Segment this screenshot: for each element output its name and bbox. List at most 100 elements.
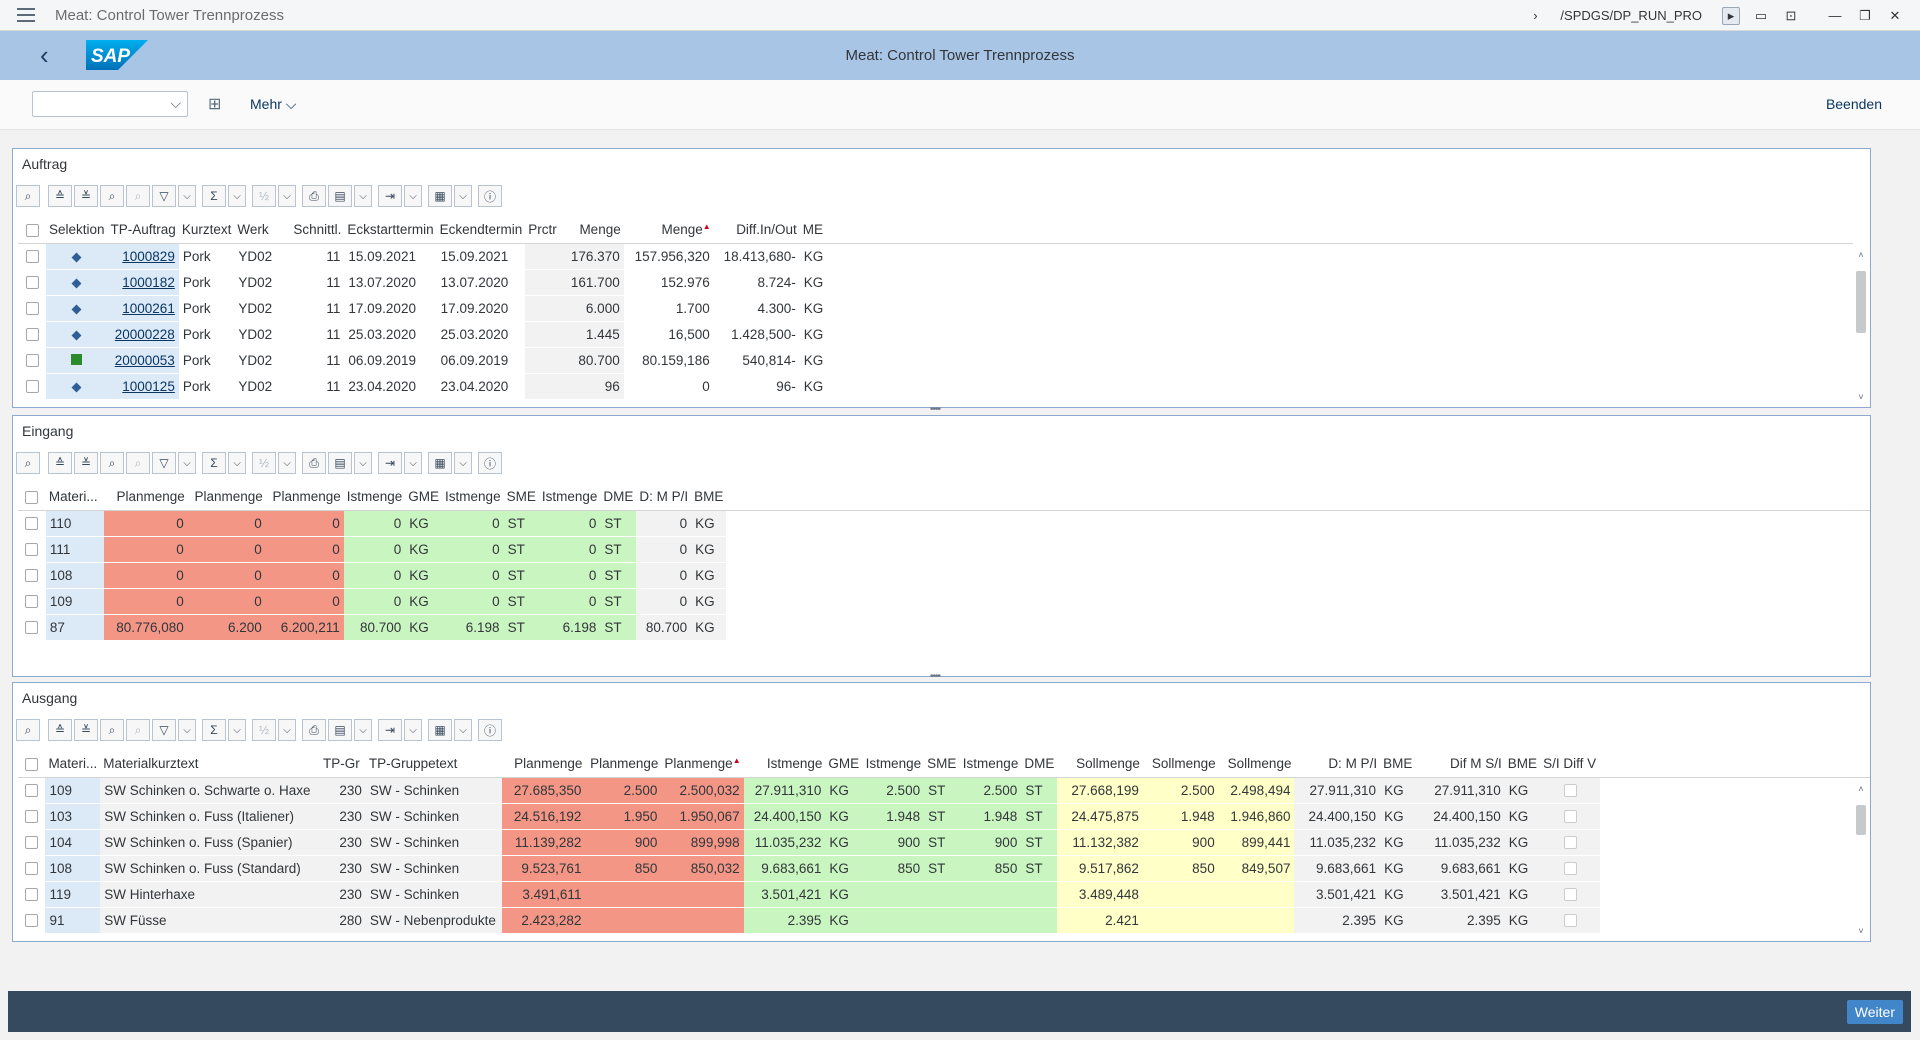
col-header[interactable]: Sollmenge bbox=[1218, 751, 1295, 778]
row-checkbox[interactable] bbox=[18, 881, 46, 908]
col-header[interactable]: Istmenge bbox=[959, 751, 1022, 778]
order-link[interactable]: 1000125 bbox=[122, 379, 175, 394]
info-icon[interactable]: ⓘ bbox=[478, 719, 502, 741]
details-icon[interactable]: ⌕ bbox=[16, 185, 40, 207]
col-header[interactable]: Istmenge bbox=[743, 751, 826, 778]
diff-checkbox[interactable] bbox=[1563, 810, 1577, 824]
view-icon[interactable]: ▤ bbox=[328, 185, 352, 207]
col-header[interactable]: Werk bbox=[234, 217, 291, 244]
subtotal-dropdown-icon[interactable]: ⌵ bbox=[278, 719, 296, 741]
filter-dropdown-icon[interactable]: ⌵ bbox=[178, 452, 196, 474]
col-header[interactable]: BME bbox=[1504, 751, 1541, 778]
layout-icon[interactable]: ▦ bbox=[428, 452, 452, 474]
sum-icon[interactable]: Σ bbox=[202, 719, 226, 741]
subtotal-icon[interactable]: ½ bbox=[252, 719, 276, 741]
view-dropdown-icon[interactable]: ⌵ bbox=[354, 452, 372, 474]
layout-dropdown-icon[interactable]: ⌵ bbox=[454, 185, 472, 207]
order-link[interactable]: 1000182 bbox=[122, 275, 175, 290]
filter-icon[interactable]: ▽ bbox=[152, 185, 176, 207]
sort-asc-icon[interactable]: ≙ bbox=[48, 452, 72, 474]
restore-icon[interactable]: ❐ bbox=[1856, 7, 1874, 25]
find-next-icon[interactable]: ⌕ bbox=[126, 719, 150, 741]
col-header[interactable]: Istmenge bbox=[343, 484, 406, 511]
row-checkbox[interactable] bbox=[18, 373, 46, 400]
layout-icon[interactable]: ▦ bbox=[428, 185, 452, 207]
row-checkbox[interactable] bbox=[18, 243, 46, 270]
col-header[interactable]: Planmenge bbox=[501, 751, 586, 778]
diff-checkbox[interactable] bbox=[1563, 914, 1577, 928]
col-header[interactable]: S/I Diff V bbox=[1540, 751, 1601, 778]
col-header[interactable]: DME bbox=[1021, 751, 1058, 778]
row-checkbox[interactable] bbox=[18, 588, 46, 615]
sum-dropdown-icon[interactable]: ⌵ bbox=[228, 452, 246, 474]
col-header[interactable]: Sollmenge bbox=[1057, 751, 1143, 778]
subtotal-icon[interactable]: ½ bbox=[252, 452, 276, 474]
col-header[interactable]: Istmenge bbox=[862, 751, 925, 778]
col-header[interactable]: Selektion bbox=[46, 217, 108, 244]
sum-dropdown-icon[interactable]: ⌵ bbox=[228, 185, 246, 207]
exit-button[interactable]: Beenden bbox=[1826, 96, 1882, 112]
col-header[interactable]: Materialkurztext bbox=[100, 751, 320, 778]
col-header[interactable]: Menge bbox=[559, 217, 624, 244]
sum-icon[interactable]: Σ bbox=[202, 452, 226, 474]
select-all-checkbox[interactable] bbox=[18, 751, 46, 778]
select-all-checkbox[interactable] bbox=[18, 217, 46, 244]
export-icon[interactable]: ⇥ bbox=[378, 719, 402, 741]
sort-asc-icon[interactable]: ≙ bbox=[48, 185, 72, 207]
subtotal-dropdown-icon[interactable]: ⌵ bbox=[278, 185, 296, 207]
col-header[interactable]: Planmenge bbox=[187, 484, 266, 511]
col-header[interactable]: Planmenge▲ bbox=[661, 751, 744, 778]
col-header[interactable]: Planmenge bbox=[585, 751, 662, 778]
print-icon[interactable]: ⎙ bbox=[302, 185, 326, 207]
row-checkbox[interactable] bbox=[18, 803, 46, 830]
row-checkbox[interactable] bbox=[18, 536, 46, 563]
print-icon[interactable]: ⎙ bbox=[302, 452, 326, 474]
lock-icon[interactable]: ⊡ bbox=[1782, 7, 1800, 25]
find-icon[interactable]: ⌕ bbox=[100, 719, 124, 741]
chevron-right-icon[interactable]: › bbox=[1526, 7, 1544, 25]
sort-desc-icon[interactable]: ≚ bbox=[74, 452, 98, 474]
col-header[interactable]: Planmenge bbox=[103, 484, 188, 511]
col-header[interactable]: SME bbox=[924, 751, 960, 778]
row-checkbox[interactable] bbox=[18, 777, 46, 804]
row-checkbox[interactable] bbox=[18, 510, 46, 537]
subtotal-dropdown-icon[interactable]: ⌵ bbox=[278, 452, 296, 474]
sort-desc-icon[interactable]: ≚ bbox=[74, 719, 98, 741]
scroll-down-icon[interactable]: ˅ bbox=[1854, 927, 1868, 936]
order-link[interactable]: 20000053 bbox=[115, 353, 175, 368]
diff-checkbox[interactable] bbox=[1563, 784, 1577, 798]
close-icon[interactable]: ✕ bbox=[1886, 7, 1904, 25]
col-header[interactable]: DME bbox=[600, 484, 637, 511]
col-header[interactable]: Eckendtermin bbox=[436, 217, 526, 244]
col-header[interactable]: GME bbox=[825, 751, 863, 778]
info-icon[interactable]: ⓘ bbox=[478, 185, 502, 207]
filter-dropdown-icon[interactable]: ⌵ bbox=[178, 719, 196, 741]
more-button[interactable]: Mehr ⌵ bbox=[250, 96, 296, 113]
col-header[interactable]: Eckstarttermin bbox=[344, 217, 437, 244]
play-icon[interactable]: ▸ bbox=[1722, 6, 1740, 25]
col-header[interactable]: SME bbox=[503, 484, 539, 511]
row-checkbox[interactable] bbox=[18, 855, 46, 882]
layout-icon[interactable]: ▦ bbox=[428, 719, 452, 741]
export-dropdown-icon[interactable]: ⌵ bbox=[404, 719, 422, 741]
view-icon[interactable]: ▤ bbox=[328, 452, 352, 474]
layout-dropdown-icon[interactable]: ⌵ bbox=[454, 452, 472, 474]
filter-dropdown-icon[interactable]: ⌵ bbox=[178, 185, 196, 207]
col-header[interactable]: BME bbox=[691, 484, 727, 511]
sort-desc-icon[interactable]: ≚ bbox=[74, 185, 98, 207]
splitter-handle[interactable]: •••• bbox=[930, 404, 941, 415]
order-link[interactable]: 20000228 bbox=[115, 327, 175, 342]
col-header[interactable]: Materi... bbox=[45, 751, 101, 778]
col-header[interactable]: Planmenge bbox=[265, 484, 344, 511]
filter-icon[interactable]: ▽ bbox=[152, 719, 176, 741]
info-icon[interactable]: ⓘ bbox=[478, 452, 502, 474]
col-header[interactable]: Diff.In/Out bbox=[713, 217, 800, 244]
minimize-icon[interactable]: — bbox=[1826, 7, 1844, 25]
scroll-down-icon[interactable]: ˅ bbox=[1854, 393, 1868, 402]
col-header[interactable]: Menge▲ bbox=[623, 217, 714, 244]
export-icon[interactable]: ⇥ bbox=[378, 452, 402, 474]
col-header[interactable]: Dif M S/I bbox=[1415, 751, 1505, 778]
col-header[interactable]: Materi... bbox=[45, 484, 104, 511]
row-checkbox[interactable] bbox=[18, 321, 46, 348]
col-header[interactable]: TP-Gr bbox=[319, 751, 366, 778]
